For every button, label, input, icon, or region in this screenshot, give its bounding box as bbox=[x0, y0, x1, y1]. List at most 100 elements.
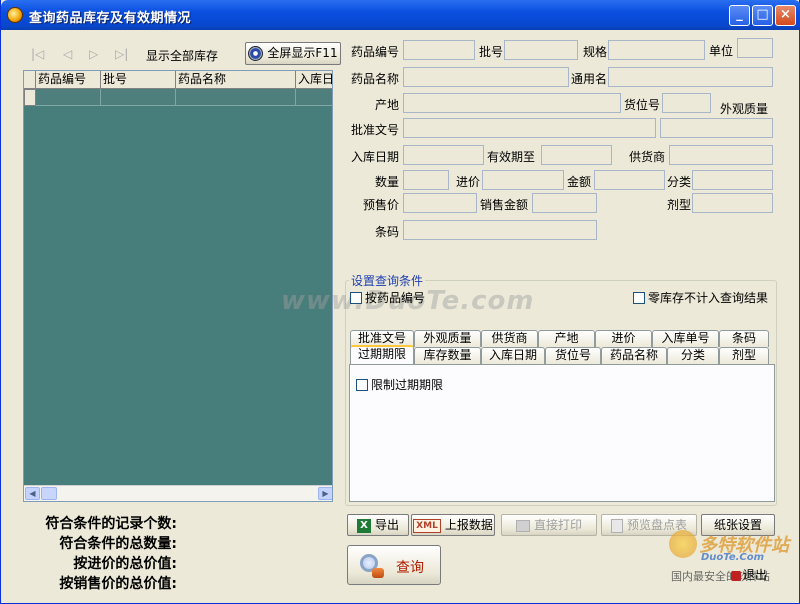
category-label: 分类 bbox=[667, 175, 692, 189]
export-button[interactable]: X 导出 bbox=[347, 514, 409, 536]
checkbox-box[interactable] bbox=[350, 291, 362, 304]
checkbox-box[interactable] bbox=[633, 291, 645, 304]
report-button[interactable]: XML 上报数据 bbox=[411, 514, 495, 536]
zero-stock-checkbox[interactable]: 零库存不计入查询结果 bbox=[633, 289, 768, 306]
row-indicator bbox=[24, 89, 36, 106]
logo-badge-icon bbox=[669, 530, 697, 558]
origin-field[interactable] bbox=[403, 93, 621, 113]
barcode-field[interactable] bbox=[403, 220, 597, 240]
by-code-label: 按药品编号 bbox=[365, 291, 426, 305]
query-button[interactable]: 查询 bbox=[347, 545, 441, 585]
window-title: 查询药品库存及有效期情况 bbox=[29, 11, 192, 26]
grid-col-batch[interactable]: 批号 bbox=[101, 71, 176, 89]
nav-last-icon[interactable]: ▷| bbox=[115, 47, 128, 61]
table-row[interactable] bbox=[24, 89, 332, 106]
grid-cell[interactable] bbox=[101, 89, 176, 106]
tab-stock-qty[interactable]: 库存数量 bbox=[414, 347, 481, 364]
nav-first-icon[interactable]: |◁ bbox=[31, 47, 44, 61]
fullscreen-icon bbox=[248, 46, 264, 61]
tab-dosage[interactable]: 剂型 bbox=[719, 347, 769, 364]
batch-label: 批号 bbox=[479, 45, 504, 59]
grid-col-in-date[interactable]: 入库日 bbox=[296, 71, 332, 89]
checkbox-box[interactable] bbox=[356, 378, 368, 391]
fullscreen-button[interactable]: 全屏显示F11 bbox=[245, 42, 341, 65]
show-all-stock-link[interactable]: 显示全部库存 bbox=[146, 47, 218, 64]
nav-next-icon[interactable]: ▷ bbox=[89, 47, 98, 61]
presale-label: 预售价 bbox=[363, 198, 400, 212]
dosage-label: 剂型 bbox=[667, 198, 692, 212]
title-bar[interactable]: 查询药品库存及有效期情况 _ □ × bbox=[1, 0, 800, 30]
tab-category[interactable]: 分类 bbox=[667, 347, 719, 364]
preview-icon bbox=[610, 518, 623, 533]
in-date-label: 入库日期 bbox=[351, 150, 400, 164]
magnifier-icon bbox=[358, 552, 384, 580]
sale-amount-field[interactable] bbox=[532, 193, 597, 213]
appearance-field[interactable] bbox=[660, 118, 773, 138]
by-code-checkbox[interactable]: 按药品编号 bbox=[350, 289, 425, 306]
drug-name-label: 药品名称 bbox=[351, 72, 400, 86]
summary-total-qty: 符合条件的总数量: bbox=[59, 536, 177, 552]
exit-label: 退出 bbox=[743, 568, 768, 582]
query-label: 查询 bbox=[396, 560, 424, 576]
grid-cell[interactable] bbox=[296, 89, 332, 106]
dosage-field[interactable] bbox=[692, 193, 773, 213]
category-field[interactable] bbox=[692, 170, 773, 190]
tab-in-number[interactable]: 入库单号 bbox=[652, 330, 719, 347]
summary-total-sale: 按销售价的总价值: bbox=[59, 576, 177, 592]
nav-prev-icon[interactable]: ◁ bbox=[63, 47, 72, 61]
tab-drug-name[interactable]: 药品名称 bbox=[601, 347, 667, 364]
qty-label: 数量 bbox=[375, 175, 400, 189]
unit-field[interactable] bbox=[737, 38, 773, 58]
expire-label: 有效期至 bbox=[487, 150, 536, 164]
drug-name-field[interactable] bbox=[403, 67, 569, 87]
exit-button[interactable]: 退出 bbox=[731, 566, 767, 583]
in-date-field[interactable] bbox=[403, 145, 484, 165]
tab-cost[interactable]: 进价 bbox=[595, 330, 652, 347]
print-icon bbox=[515, 519, 530, 532]
print-label: 直接打印 bbox=[533, 518, 582, 532]
scroll-right-icon[interactable]: ▶ bbox=[318, 487, 332, 500]
grid-cell[interactable] bbox=[176, 89, 296, 106]
report-label: 上报数据 bbox=[444, 518, 493, 532]
supplier-field[interactable] bbox=[669, 145, 773, 165]
exit-icon bbox=[731, 570, 741, 581]
unit-label: 单位 bbox=[709, 44, 734, 58]
limit-expiry-checkbox[interactable]: 限制过期期限 bbox=[356, 376, 443, 393]
spec-field[interactable] bbox=[608, 40, 705, 60]
scroll-left-icon[interactable]: ◀ bbox=[25, 487, 40, 500]
scroll-thumb[interactable] bbox=[41, 487, 57, 500]
maximize-button[interactable]: □ bbox=[752, 5, 773, 26]
grid-col-drug-name[interactable]: 药品名称 bbox=[176, 71, 296, 89]
common-name-label: 通用名 bbox=[571, 72, 608, 86]
tab-in-date[interactable]: 入库日期 bbox=[481, 347, 545, 364]
horizontal-scrollbar[interactable]: ◀ ▶ bbox=[24, 485, 332, 501]
location-label: 货位号 bbox=[624, 98, 661, 112]
cost-field[interactable] bbox=[482, 170, 564, 190]
tab-appearance[interactable]: 外观质量 bbox=[414, 330, 481, 347]
grid-col-drug-code[interactable]: 药品编号 bbox=[36, 71, 101, 89]
common-name-field[interactable] bbox=[608, 67, 773, 87]
appearance-label: 外观质量 bbox=[720, 102, 769, 116]
location-field[interactable] bbox=[662, 93, 711, 113]
tab-expiry[interactable]: 过期期限 bbox=[350, 345, 414, 364]
close-button[interactable]: × bbox=[775, 5, 796, 26]
approval-field[interactable] bbox=[403, 118, 656, 138]
tab-barcode[interactable]: 条码 bbox=[719, 330, 769, 347]
grid-cell[interactable] bbox=[36, 89, 101, 106]
tab-panel-expiry: 限制过期期限 bbox=[349, 364, 775, 502]
expire-field[interactable] bbox=[541, 145, 612, 165]
tab-origin[interactable]: 产地 bbox=[538, 330, 595, 347]
app-icon bbox=[7, 7, 23, 23]
print-button[interactable]: 直接打印 bbox=[501, 514, 597, 536]
supplier-label: 供货商 bbox=[629, 150, 666, 164]
summary-total-cost: 按进价的总价值: bbox=[73, 556, 177, 572]
drug-code-field[interactable] bbox=[403, 40, 475, 60]
tab-supplier[interactable]: 供货商 bbox=[481, 330, 538, 347]
presale-field[interactable] bbox=[403, 193, 477, 213]
minimize-button[interactable]: _ bbox=[729, 5, 750, 26]
qty-field[interactable] bbox=[403, 170, 449, 190]
batch-field[interactable] bbox=[504, 40, 578, 60]
tab-location[interactable]: 货位号 bbox=[545, 347, 601, 364]
amount-field[interactable] bbox=[594, 170, 665, 190]
logo-mid-text: DuoTe.Com bbox=[701, 552, 765, 563]
